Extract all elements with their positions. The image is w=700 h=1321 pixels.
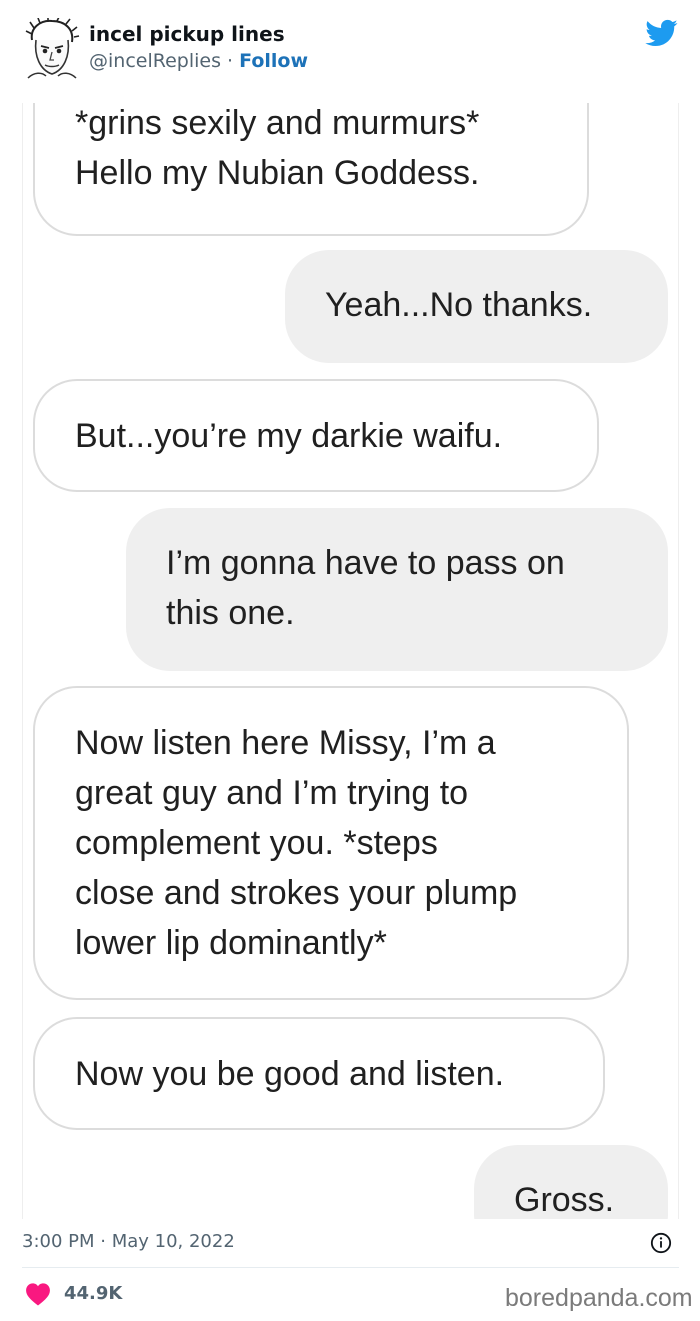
message-line: lower lip dominantly* — [75, 924, 387, 962]
message-line: I’m gonna have to pass on — [166, 544, 565, 582]
message-bubble-sent: Yeah...No thanks. — [285, 250, 668, 363]
message-bubble-received: Now listen here Missy, I’m a great guy a… — [33, 686, 629, 1000]
message-line: Now you be good and listen. — [75, 1055, 505, 1093]
message-line: complement you. *steps — [75, 824, 438, 862]
twitter-bird-icon[interactable] — [643, 16, 679, 50]
message-line: great guy and I’m trying to — [75, 774, 469, 812]
tweet-header: incel pickup lines @incelReplies · Follo… — [0, 0, 700, 90]
message-line: this one. — [166, 594, 295, 632]
message-bubble-received: *grins sexily and murmurs* Hello my Nubi… — [33, 103, 589, 236]
footer-divider — [22, 1267, 679, 1268]
follow-button[interactable]: Follow — [239, 50, 308, 72]
tweet-timestamp[interactable]: 3:00 PM · May 10, 2022 — [22, 1231, 235, 1252]
tweet-media-chat-screenshot[interactable]: *grins sexily and murmurs* Hello my Nubi… — [22, 103, 679, 1219]
message-bubble-sent: I’m gonna have to pass on this one. — [126, 508, 668, 671]
sketch-face-avatar[interactable] — [24, 18, 80, 80]
handle[interactable]: @incelReplies — [89, 50, 221, 72]
message-line: *grins sexily and murmurs* — [75, 104, 480, 142]
message-line: Gross. — [514, 1181, 615, 1219]
message-bubble-sent: Gross. — [474, 1145, 668, 1219]
message-line: Hello my Nubian Goddess. — [75, 154, 480, 192]
message-bubble-received: Now you be good and listen. — [33, 1017, 605, 1130]
message-bubble-received: But...you’re my darkie waifu. — [33, 379, 599, 492]
handle-line: @incelReplies · Follow — [89, 50, 308, 72]
message-line: Yeah...No thanks. — [325, 286, 593, 324]
message-line: But...you’re my darkie waifu. — [75, 417, 503, 455]
info-icon[interactable] — [650, 1232, 672, 1254]
display-name[interactable]: incel pickup lines — [89, 22, 285, 46]
like-count[interactable]: 44.9K — [64, 1283, 122, 1304]
message-line: Now listen here Missy, I’m a — [75, 724, 496, 762]
separator: · — [220, 50, 240, 72]
heart-icon[interactable] — [25, 1282, 51, 1306]
watermark: boredpanda.com — [505, 1284, 693, 1312]
message-line: close and strokes your plump — [75, 874, 518, 912]
